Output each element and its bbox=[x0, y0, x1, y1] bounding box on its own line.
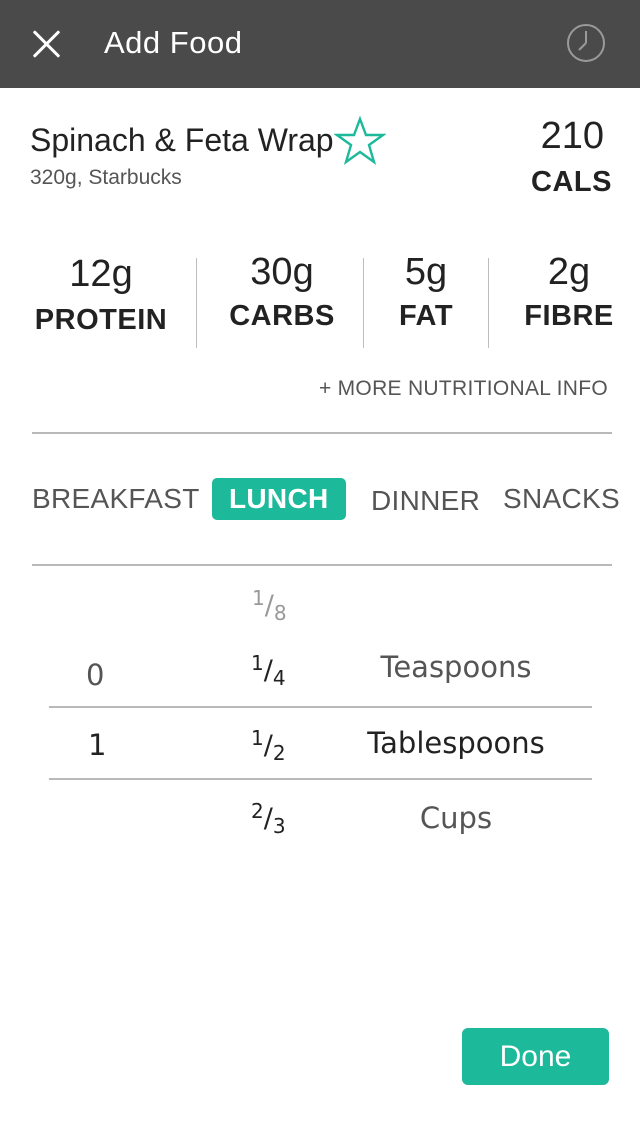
macro-value: 30g bbox=[250, 251, 314, 293]
fraction-numerator: 1 bbox=[251, 651, 264, 675]
fraction-numerator: 1 bbox=[252, 586, 265, 610]
tab-dinner[interactable]: DINNER bbox=[371, 480, 480, 522]
calorie-unit: CALS bbox=[531, 166, 612, 198]
unit-selected[interactable]: Tablespoons bbox=[346, 726, 566, 760]
fraction-selected[interactable]: 1/2 bbox=[251, 726, 286, 765]
divider bbox=[488, 258, 489, 348]
fraction-option[interactable]: 2/3 bbox=[251, 799, 286, 838]
macro-value: 5g bbox=[404, 251, 448, 293]
unit-option[interactable]: Teaspoons bbox=[346, 650, 566, 684]
macro-label: FIBRE bbox=[524, 300, 614, 332]
macro-value: 2g bbox=[547, 251, 591, 293]
calorie-value: 210 bbox=[540, 115, 604, 157]
fraction-numerator: 2 bbox=[251, 799, 264, 823]
macro-protein: 12g PROTEIN bbox=[30, 252, 172, 338]
app-header: Add Food bbox=[0, 0, 640, 88]
tab-snacks[interactable]: SNACKS bbox=[503, 478, 620, 520]
macro-label: CARBS bbox=[229, 300, 335, 332]
clock-icon[interactable] bbox=[566, 23, 606, 63]
picker-selection-line bbox=[49, 706, 592, 708]
divider bbox=[363, 258, 364, 348]
fraction-denominator: 8 bbox=[273, 601, 287, 625]
fraction-denominator: 2 bbox=[272, 741, 286, 765]
section-divider bbox=[32, 432, 612, 434]
picker-selection-line bbox=[49, 778, 592, 780]
macro-fibre: 2g FIBRE bbox=[514, 250, 624, 334]
star-outline-icon[interactable] bbox=[334, 116, 386, 168]
food-details: 320g, Starbucks bbox=[30, 166, 182, 189]
fraction-denominator: 3 bbox=[272, 814, 286, 838]
fraction-option[interactable]: 1/4 bbox=[251, 651, 286, 690]
macro-carbs: 30g CARBS bbox=[212, 250, 352, 334]
done-button[interactable]: Done bbox=[462, 1028, 609, 1085]
tab-lunch[interactable]: LUNCH bbox=[212, 478, 346, 520]
divider bbox=[196, 258, 197, 348]
close-icon[interactable] bbox=[26, 24, 66, 64]
macro-label: FAT bbox=[398, 300, 454, 332]
macro-label: PROTEIN bbox=[34, 304, 168, 336]
tab-breakfast[interactable]: BREAKFAST bbox=[32, 478, 200, 520]
fraction-denominator: 4 bbox=[272, 666, 286, 690]
macro-fat: 5g FAT bbox=[376, 250, 476, 334]
more-nutrition-link[interactable]: + MORE NUTRITIONAL INFO bbox=[319, 377, 608, 401]
whole-number-option[interactable]: 0 bbox=[86, 658, 104, 692]
fraction-option[interactable]: 1/8 bbox=[252, 586, 287, 625]
page-title: Add Food bbox=[104, 25, 243, 60]
unit-option[interactable]: Cups bbox=[346, 801, 566, 835]
fraction-numerator: 1 bbox=[251, 726, 264, 750]
macro-value: 12g bbox=[69, 253, 133, 295]
food-name: Spinach & Feta Wrap bbox=[30, 122, 334, 158]
section-divider bbox=[32, 564, 612, 566]
whole-number-selected[interactable]: 1 bbox=[88, 728, 106, 762]
